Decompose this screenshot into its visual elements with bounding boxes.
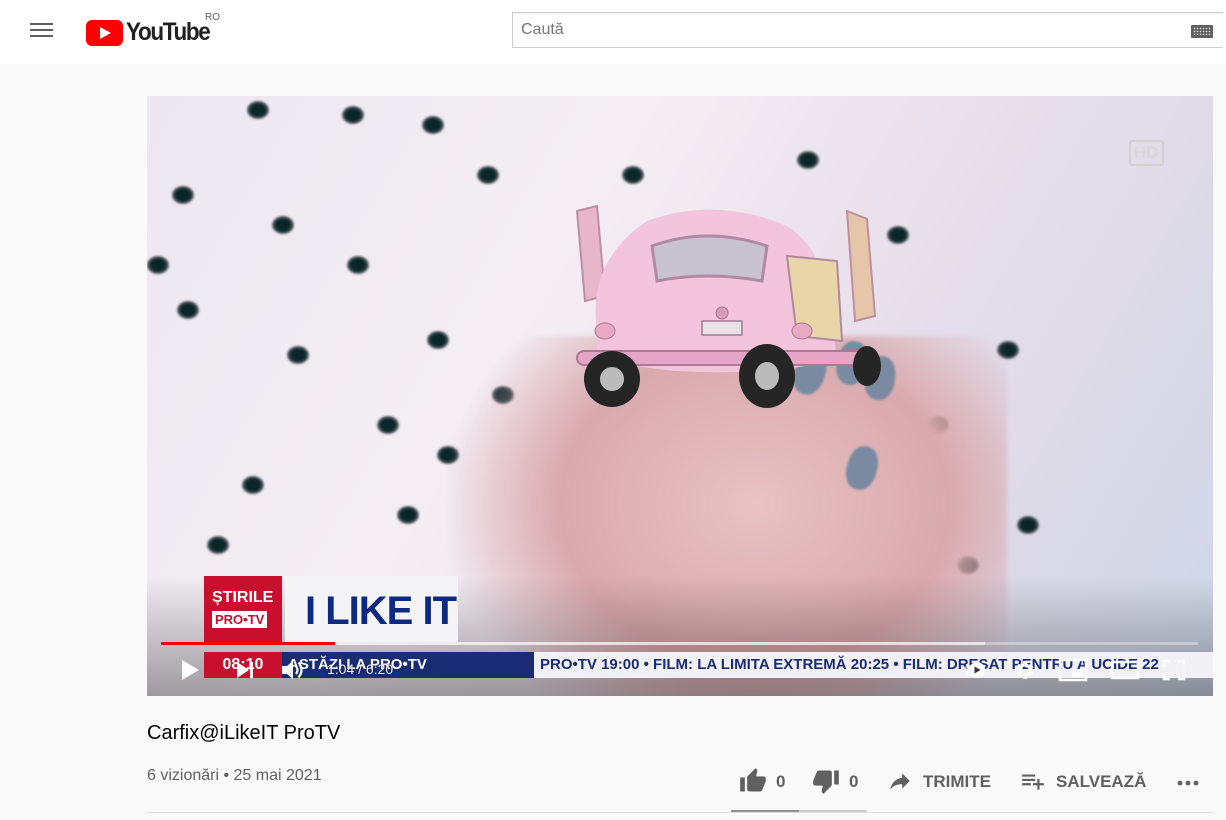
share-label: TRIMITE: [923, 772, 991, 791]
logo-wordmark: YouTube: [126, 18, 211, 46]
video-player[interactable]: HD ȘTIRILE PRO•TV I LIKE IT 08:10 ASTĂZI…: [147, 96, 1213, 696]
like-button[interactable]: 0: [738, 760, 798, 800]
view-count: 6 vizionări: [147, 767, 220, 784]
settings-gear-icon[interactable]: [1011, 658, 1037, 682]
hd-badge: HD: [1129, 140, 1164, 166]
progress-played: [161, 642, 336, 645]
duration: 6:20: [365, 661, 394, 677]
broadcast-logo-line2: PRO•TV: [212, 611, 268, 628]
thumbs-down-icon: [813, 770, 839, 794]
search-box: [512, 12, 1223, 48]
info-divider: [147, 812, 1213, 813]
time-display: 1:04 / 6:20: [327, 661, 393, 677]
hamburger-menu-icon[interactable]: [30, 22, 54, 40]
upload-date: 25 mai 2021: [233, 767, 322, 784]
show-title-banner: I LIKE IT: [285, 576, 458, 642]
video-title: Carfix@iLikeIT ProTV: [147, 722, 341, 744]
next-video-icon[interactable]: [233, 658, 257, 682]
broadcast-logo: ȘTIRILE PRO•TV: [204, 576, 282, 642]
video-meta: 6 vizionări • 25 mai 2021: [147, 767, 322, 785]
time-separator: /: [354, 661, 366, 677]
search-input[interactable]: [513, 13, 1189, 47]
meta-separator: •: [219, 767, 234, 784]
sentiment-likes: [731, 810, 799, 812]
thumbs-up-icon: [740, 768, 766, 792]
miniplayer-icon[interactable]: [1058, 658, 1088, 682]
play-icon[interactable]: [178, 658, 202, 682]
dislike-button[interactable]: 0: [811, 760, 871, 800]
save-button[interactable]: SALVEAZĂ: [1019, 760, 1149, 800]
share-arrow-icon: [890, 773, 910, 790]
show-title: I LIKE IT: [305, 589, 457, 633]
masthead: YouTube RO: [0, 0, 1226, 64]
broadcast-logo-line1: ȘTIRILE: [212, 589, 274, 606]
toy-car-image: [575, 204, 881, 408]
sentiment-bar: [731, 810, 867, 812]
fullscreen-icon[interactable]: [1161, 658, 1187, 682]
share-button[interactable]: TRIMITE: [886, 760, 998, 800]
add-to-playlist-icon: [1022, 774, 1044, 790]
progress-bar[interactable]: [161, 642, 1198, 645]
country-code: RO: [205, 12, 220, 23]
keyboard-icon[interactable]: [1191, 25, 1213, 38]
youtube-play-logo-icon: [86, 20, 123, 46]
more-actions-icon[interactable]: [1176, 772, 1202, 792]
current-time: 1:04: [327, 661, 355, 677]
autoplay-toggle-icon[interactable]: [963, 658, 989, 682]
save-label: SALVEAZĂ: [1056, 772, 1147, 791]
volume-icon[interactable]: [280, 658, 308, 682]
like-count: 0: [776, 772, 786, 791]
theater-mode-icon[interactable]: [1110, 658, 1140, 682]
dislike-count: 0: [849, 772, 859, 791]
